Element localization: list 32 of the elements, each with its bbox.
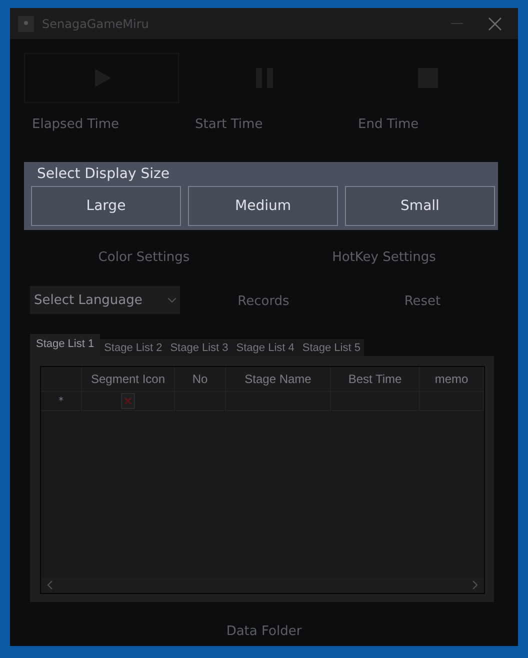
column-header: memo (420, 367, 484, 391)
column-header: No (175, 367, 226, 391)
minimize-icon (451, 22, 463, 24)
scroll-right-icon[interactable] (472, 581, 478, 589)
column-header: Segment Icon (82, 367, 175, 391)
app-icon (18, 16, 34, 32)
stage-list-tab[interactable]: Stage List 3 (166, 339, 232, 356)
stage-list-tab[interactable]: Stage List 2 (100, 339, 166, 356)
time-label: Elapsed Time (31, 117, 120, 132)
stage-list-tab[interactable]: Stage List 4 (232, 339, 298, 356)
chevron-down-icon (168, 298, 176, 302)
scroll-left-icon[interactable] (47, 581, 53, 589)
settings-button[interactable]: HotKey Settings (264, 242, 504, 272)
time-label: Start Time (194, 117, 263, 132)
size-option-button[interactable]: Small (345, 186, 495, 226)
new-row-marker: * (58, 396, 64, 406)
settings-button[interactable]: Color Settings (24, 242, 264, 272)
time-label: End Time (357, 117, 419, 132)
close-icon (488, 16, 502, 30)
column-header: Best Time (331, 367, 420, 391)
size-option-button[interactable]: Large (31, 186, 181, 226)
column-header: Stage Name (226, 367, 331, 391)
size-option-button[interactable]: Medium (188, 186, 338, 226)
action-button[interactable]: Reset (347, 286, 498, 316)
language-select[interactable]: Select Language (30, 286, 180, 314)
stage-list-tab[interactable]: Stage List 1 (30, 334, 100, 356)
stage-list-tab[interactable]: Stage List 5 (298, 339, 364, 356)
table-cell[interactable] (420, 391, 484, 411)
horizontal-scrollbar[interactable] (41, 577, 484, 593)
action-button[interactable]: Records (188, 286, 339, 316)
data-folder-button[interactable]: Data Folder (220, 616, 308, 646)
dialog-title: Select Display Size (36, 166, 170, 182)
